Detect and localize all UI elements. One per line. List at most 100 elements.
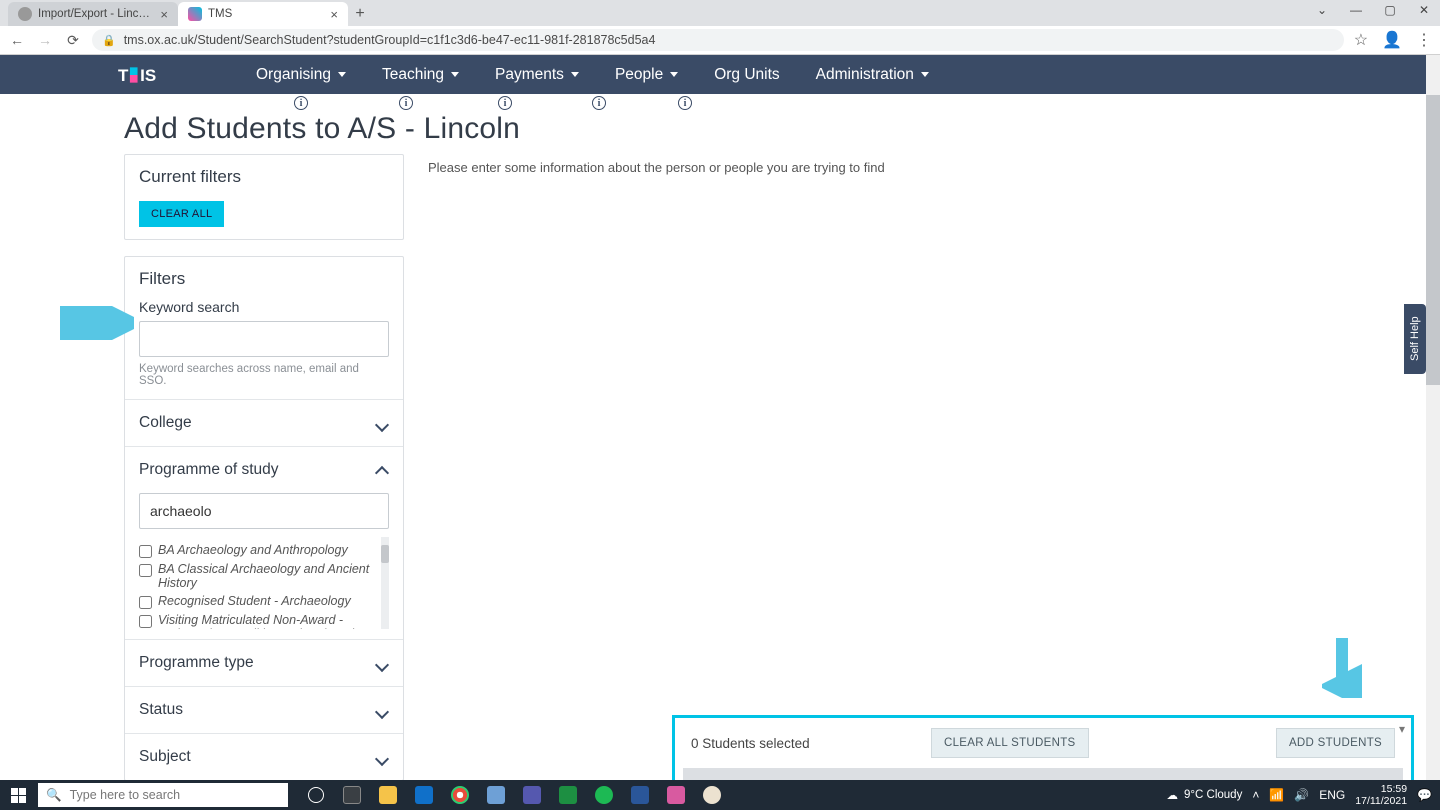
cloud-icon: ☁ [1167, 788, 1179, 802]
list-scrollbar[interactable] [381, 545, 389, 563]
notifications-icon[interactable]: 💬 [1417, 788, 1432, 802]
dock-collapse-icon[interactable]: ▾ [1399, 722, 1405, 736]
browser-address-bar: ← → ⟳ 🔒 tms.ox.ac.uk/Student/SearchStude… [0, 26, 1440, 55]
keyword-search-input[interactable] [139, 321, 389, 357]
taskbar-search-input[interactable]: 🔍 Type here to search [38, 783, 288, 807]
system-tray: ☁9°C Cloudy ˄ 📶 🔊 ENG 15:59 17/11/2021 💬 [1167, 783, 1440, 807]
programme-search-input[interactable] [139, 493, 389, 529]
accordion-status[interactable]: Status [125, 686, 403, 733]
checkbox[interactable] [139, 545, 152, 558]
nav-org-units[interactable]: Org Units [696, 55, 797, 94]
task-view-icon[interactable] [334, 780, 370, 810]
accordion-college[interactable]: College [125, 399, 403, 446]
url-field[interactable]: 🔒 tms.ox.ac.uk/Student/SearchStudent?stu… [92, 29, 1344, 51]
dock-scroll-strip[interactable] [683, 768, 1403, 780]
close-icon[interactable]: × [330, 7, 338, 22]
accordion-programme[interactable]: Programme of study [125, 446, 403, 493]
programme-option[interactable]: BA Classical Archaeology and Ancient His… [139, 560, 381, 592]
forward-icon[interactable]: → [36, 32, 54, 48]
info-icon[interactable]: i [294, 96, 308, 110]
clock[interactable]: 15:59 17/11/2021 [1355, 783, 1407, 807]
word-icon[interactable] [622, 780, 658, 810]
browser-tab-bar: Import/Export - Lincoln College | × TMS … [0, 0, 1440, 26]
checkbox[interactable] [139, 564, 152, 577]
accordion-label: Subject [139, 748, 191, 766]
globe-icon [18, 7, 32, 21]
programme-option[interactable]: BA Archaeology and Anthropology [139, 541, 381, 560]
app-favicon-icon [188, 7, 202, 21]
browser-tab-inactive[interactable]: Import/Export - Lincoln College | × [8, 2, 178, 26]
info-icon[interactable]: i [678, 96, 692, 110]
taskbar-apps [298, 780, 730, 810]
self-help-tab[interactable]: Self Help [1404, 304, 1426, 374]
nav-administration[interactable]: Administration [798, 55, 947, 94]
info-icon[interactable]: i [498, 96, 512, 110]
selection-dock: ▾ 0 Students selected CLEAR ALL STUDENTS… [672, 715, 1414, 780]
chevron-down-icon[interactable]: ⌄ [1312, 3, 1332, 17]
maximize-icon[interactable]: ▢ [1380, 3, 1400, 17]
nav-payments[interactable]: Payments [477, 55, 597, 94]
programme-option[interactable]: Visiting Matriculated Non-Award - Anthro… [139, 611, 381, 629]
chevron-down-icon [377, 657, 389, 669]
svg-text:T: T [118, 65, 129, 84]
language-indicator[interactable]: ENG [1319, 788, 1345, 802]
tms-logo[interactable]: T IS [118, 63, 186, 87]
tray-chevron-icon[interactable]: ˄ [1252, 788, 1259, 802]
page-scrollbar[interactable] [1426, 55, 1440, 780]
nav-organising[interactable]: Organising [238, 55, 364, 94]
outlook-icon[interactable] [406, 780, 442, 810]
nav-teaching[interactable]: Teaching [364, 55, 477, 94]
excel-icon[interactable] [550, 780, 586, 810]
reload-icon[interactable]: ⟳ [64, 32, 82, 49]
weather-widget[interactable]: ☁9°C Cloudy [1167, 788, 1243, 802]
new-tab-button[interactable]: + [348, 2, 372, 26]
chevron-down-icon [377, 417, 389, 429]
profile-icon[interactable]: 👤 [1382, 30, 1402, 50]
info-icon[interactable]: i [399, 96, 413, 110]
clear-all-students-button[interactable]: CLEAR ALL STUDENTS [931, 728, 1089, 758]
annotation-arrow-icon [60, 306, 134, 340]
keyword-label: Keyword search [125, 293, 403, 321]
accordion-label: Programme type [139, 654, 254, 672]
chrome-icon[interactable] [442, 780, 478, 810]
tab-title: Import/Export - Lincoln College | [38, 8, 154, 20]
checkbox[interactable] [139, 615, 152, 628]
nav-people[interactable]: People [597, 55, 696, 94]
cortana-icon[interactable] [298, 780, 334, 810]
programme-option[interactable]: Recognised Student - Archaeology [139, 592, 381, 611]
svg-text:IS: IS [140, 65, 156, 84]
spotify-icon[interactable] [586, 780, 622, 810]
accordion-subject[interactable]: Subject [125, 733, 403, 780]
checkbox[interactable] [139, 596, 152, 609]
clear-all-button[interactable]: CLEAR ALL [139, 201, 224, 227]
minimize-icon[interactable]: — [1346, 3, 1366, 17]
close-window-icon[interactable]: ✕ [1414, 3, 1434, 17]
browser-tab-active[interactable]: TMS × [178, 2, 348, 26]
page-title: Add Students to A/S - Lincoln [124, 112, 1426, 146]
accordion-label: College [139, 414, 192, 432]
accordion-label: Programme of study [139, 461, 279, 479]
app-icon[interactable] [694, 780, 730, 810]
lock-icon: 🔒 [102, 34, 116, 47]
window-controls: ⌄ — ▢ ✕ [1312, 3, 1434, 17]
teams-icon[interactable] [514, 780, 550, 810]
windows-logo-icon [11, 788, 26, 803]
filters-title: Filters [125, 257, 403, 293]
accordion-programme-type[interactable]: Programme type [125, 639, 403, 686]
app-icon[interactable] [658, 780, 694, 810]
chevron-down-icon [377, 704, 389, 716]
star-icon[interactable]: ☆ [1354, 30, 1368, 50]
kebab-menu-icon[interactable]: ⋮ [1416, 30, 1432, 50]
current-filters-card: Current filters CLEAR ALL [124, 154, 404, 240]
info-icon[interactable]: i [592, 96, 606, 110]
volume-icon[interactable]: 🔊 [1294, 788, 1309, 802]
chevron-down-icon [921, 72, 929, 77]
calculator-icon[interactable] [478, 780, 514, 810]
close-icon[interactable]: × [160, 7, 168, 22]
file-explorer-icon[interactable] [370, 780, 406, 810]
add-students-button[interactable]: ADD STUDENTS [1276, 728, 1395, 758]
network-icon[interactable]: 📶 [1269, 788, 1284, 802]
back-icon[interactable]: ← [8, 32, 26, 48]
current-filters-title: Current filters [139, 167, 389, 187]
start-button[interactable] [0, 780, 36, 810]
